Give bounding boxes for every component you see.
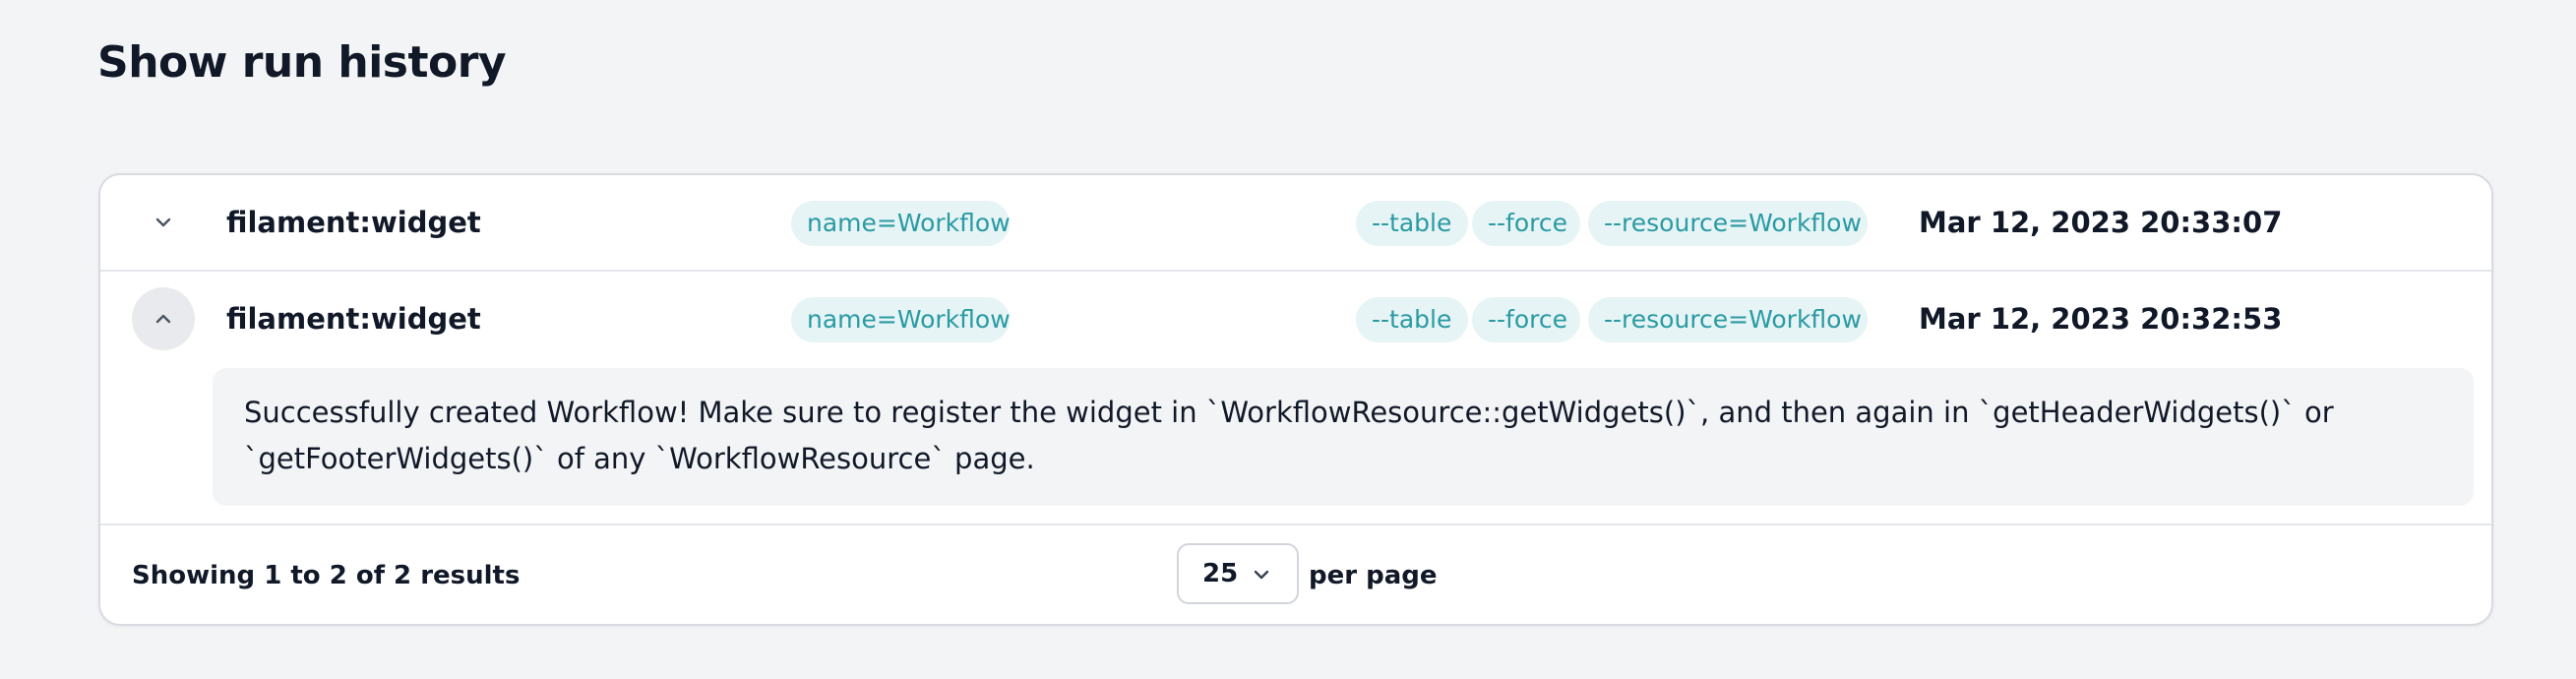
output-line: Successfully created Workflow! Make sure… (244, 396, 2334, 429)
command-name: filament:widget (226, 206, 481, 239)
command-output: Successfully created Workflow! Make sure… (213, 368, 2474, 506)
option-badge: --resource=Workflow (1588, 201, 1868, 246)
output-line: `getFooterWidgets()` of any `WorkflowRes… (244, 442, 1035, 475)
chevron-down-icon (1254, 570, 1269, 580)
results-summary: Showing 1 to 2 of 2 results (132, 561, 521, 590)
table-row[interactable]: filament:widget name=Workflow --table --… (100, 175, 2491, 272)
command-name: filament:widget (226, 302, 481, 336)
option-badge: --table (1356, 297, 1468, 342)
ran-at-timestamp: Mar 12, 2023 20:32:53 (1919, 302, 2283, 336)
argument-badge: name=Workflow (791, 201, 1011, 246)
per-page-value: 25 (1202, 559, 1239, 588)
chevron-up-icon (155, 314, 171, 324)
ran-at-timestamp: Mar 12, 2023 20:33:07 (1919, 206, 2283, 239)
table-row[interactable]: filament:widget name=Workflow --table --… (100, 272, 2491, 366)
page-title: Show run history (97, 37, 507, 88)
run-history-table: filament:widget name=Workflow --table --… (98, 173, 2493, 626)
pagination: Showing 1 to 2 of 2 results 25 per page (100, 524, 2491, 624)
per-page-label: per page (1309, 561, 1438, 590)
chevron-down-icon (155, 217, 171, 227)
option-badge: --force (1472, 297, 1580, 342)
collapse-row-button[interactable] (132, 287, 195, 350)
per-page-select[interactable]: 25 (1177, 543, 1299, 604)
argument-badge: name=Workflow (791, 297, 1011, 342)
option-badge: --force (1472, 201, 1580, 246)
option-badge: --table (1356, 201, 1468, 246)
option-badge: --resource=Workflow (1588, 297, 1868, 342)
expand-row-button[interactable] (132, 191, 195, 254)
